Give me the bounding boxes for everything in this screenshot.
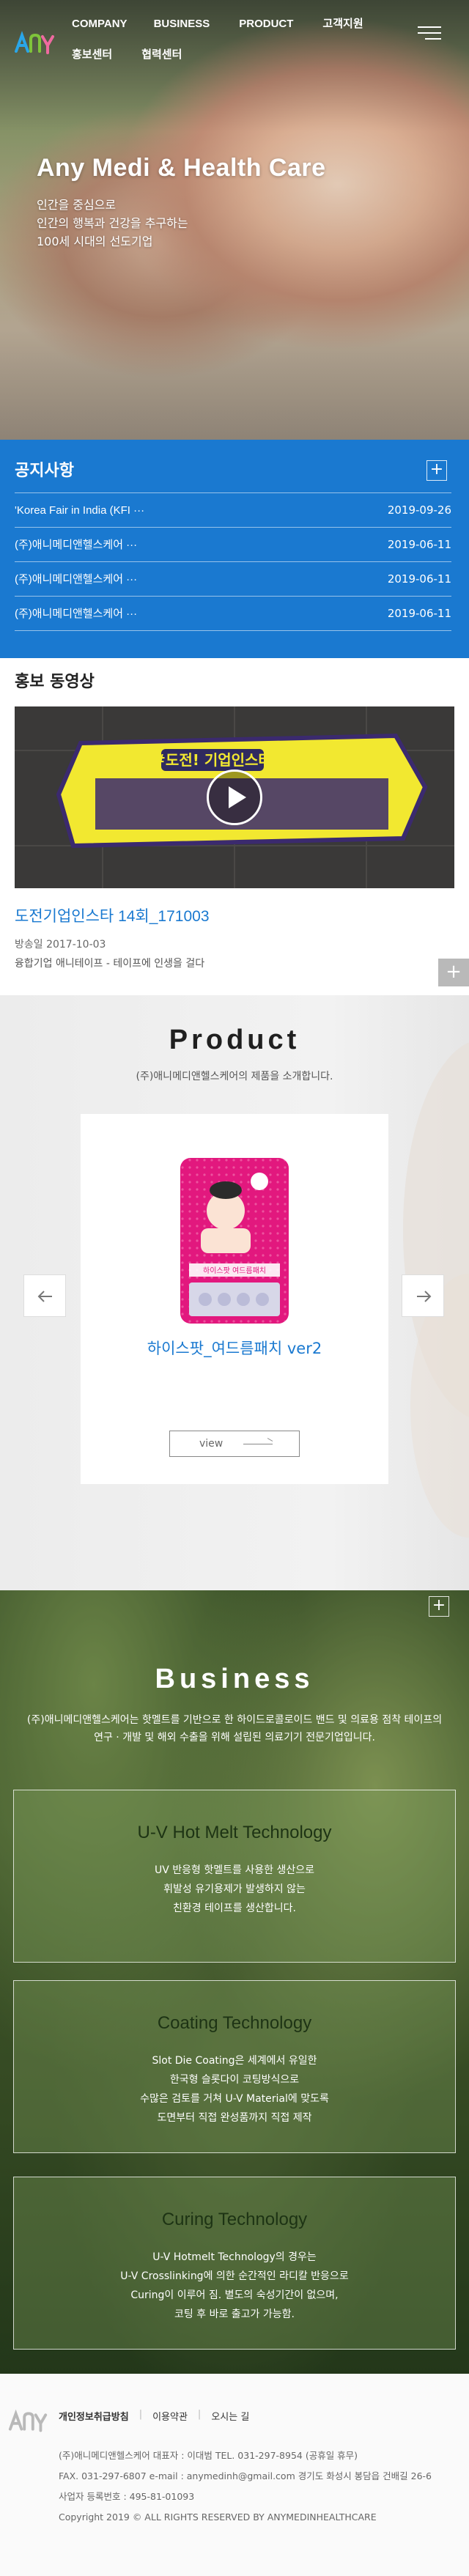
promo-video-section: 홍보 동영상 #도전! 기업인스타 도전기업인스타 14회_171003 방송일…	[0, 658, 469, 995]
product-title: Product	[169, 1025, 300, 1055]
hero-line: 인간의 행복과 건강을 추구하는	[37, 216, 188, 230]
footer-link-separator: |	[197, 2409, 202, 2420]
business-card-line: Curing이 이루어 짐. 별도의 숙성기간이 없으며,	[130, 2289, 339, 2301]
notice-item[interactable]: (주)애니메디앤헬스케어 ··· 2019-06-11	[15, 597, 451, 631]
nav-company[interactable]: COMPANY	[72, 18, 128, 48]
view-button-label: view	[199, 1438, 224, 1450]
footer-link-terms[interactable]: 이용약관	[152, 2409, 188, 2423]
product-subtitle: (주)애니메디앤헬스케어의 제품을 소개합니다.	[136, 1071, 333, 1082]
play-icon	[229, 786, 246, 808]
business-card-line: 친환경 테이프를 생산합니다.	[173, 1903, 296, 1914]
footer-logo-mark	[8, 2409, 48, 2432]
video-title[interactable]: 도전기업인스타 14회_171003	[15, 904, 454, 926]
arrow-right-icon	[417, 1291, 432, 1302]
footer: 개인정보취급방침 | 이용약관 | 오시는 길 (주)애니메디앤헬스케어 대표자…	[0, 2374, 469, 2576]
footer-link-directions[interactable]: 오시는 길	[211, 2409, 249, 2423]
promo-title: 홍보 동영상	[15, 673, 95, 691]
video-date: 방송일 2017-10-03	[15, 939, 106, 951]
business-desc: (주)애니메디앤헬스케어는 핫멜트를 기반으로 한 하이드로콜로이드 밴드 및 …	[0, 1711, 469, 1746]
notice-item-date: 2019-06-11	[387, 572, 451, 586]
business-card-line: UV 반응형 핫멜트를 사용한 생산으로	[155, 1864, 314, 1876]
business-card-line: Slot Die Coating은 세계에서 유일한	[152, 2055, 317, 2067]
business-section: + Business (주)애니메디앤헬스케어는 핫멜트를 기반으로 한 하이드…	[0, 1590, 469, 2374]
hero-line: 인간을 중심으로	[37, 198, 117, 212]
hamburger-menu-icon[interactable]	[418, 26, 441, 43]
notice-item-date: 2019-06-11	[387, 607, 451, 620]
footer-copyright: Copyright 2019 © ALL RIGHTS RESERVED BY …	[59, 2512, 377, 2523]
arrow-left-icon	[37, 1291, 52, 1302]
notice-item[interactable]: (주)애니메디앤헬스케어 ··· 2019-06-11	[15, 528, 451, 562]
notice-item[interactable]: (주)애니메디앤헬스케어 ··· 2019-06-11	[15, 562, 451, 597]
header: COMPANY BUSINESS PRODUCT 고객지원 홍보센터 협력센터	[0, 0, 469, 81]
hero-title: Any Medi & Health Care	[37, 154, 326, 182]
business-card-line: 한국형 슬롯다이 코팅방식으로	[169, 2074, 300, 2086]
nav-pr-center[interactable]: 홍보센터	[72, 48, 112, 79]
footer-link-separator: |	[139, 2409, 143, 2420]
business-card-line: 휘발성 유기용제가 발생하지 않는	[163, 1883, 306, 1895]
hero-copy: Any Medi & Health Care 인간을 중심으로 인간의 행복과 …	[37, 154, 326, 251]
footer-link-privacy[interactable]: 개인정보취급방침	[59, 2409, 129, 2423]
business-card-title: U-V Hot Melt Technology	[137, 1823, 332, 1842]
product-name[interactable]: 하이스팟_여드름패치 ver2	[81, 1337, 388, 1359]
business-card-title: Coating Technology	[157, 2013, 312, 2033]
business-more-plus-icon[interactable]: +	[429, 1596, 449, 1617]
footer-links: 개인정보취급방침 | 이용약관 | 오시는 길	[59, 2409, 249, 2423]
business-card-uv-hot-melt[interactable]: U-V Hot Melt Technology UV 반응형 핫멜트를 사용한 …	[13, 1790, 456, 1963]
main-nav: COMPANY BUSINESS PRODUCT 고객지원 홍보센터 협력센터	[72, 18, 394, 79]
nav-business[interactable]: BUSINESS	[154, 18, 210, 48]
video-desc: 융합기업 애니테이프 - 테이프에 인생을 걸다	[15, 958, 205, 970]
business-card-line: 코팅 후 바로 출고가 가능함.	[174, 2309, 295, 2320]
view-button[interactable]: view	[169, 1431, 300, 1457]
business-card-line: 수많은 검토를 거쳐 U-V Material에 맞도록	[140, 2093, 329, 2105]
hero-subtitle: 인간을 중심으로 인간의 행복과 건강을 추구하는 100세 시대의 선도기업	[37, 196, 326, 251]
notice-item[interactable]: 'Korea Fair in India (KFI ··· 2019-09-26	[15, 493, 451, 528]
footer-logo	[7, 2406, 50, 2435]
nav-partner-center[interactable]: 협력센터	[141, 48, 182, 79]
notice-item-title: (주)애니메디앤헬스케어 ···	[15, 608, 138, 620]
footer-info-line: (주)애니메디앤헬스케어 대표자 : 이대범 TEL. 031-297-8954…	[59, 2450, 358, 2461]
video-caption: #도전! 기업인스타	[153, 751, 272, 769]
business-card-line: 도면부터 직접 완성품까지 직접 제작	[157, 2112, 312, 2124]
pack-label: 하이스팟 여드름패치	[203, 1266, 266, 1275]
notice-item-title: (주)애니메디앤헬스케어 ···	[15, 539, 138, 551]
notice-list: 'Korea Fair in India (KFI ··· 2019-09-26…	[15, 492, 451, 631]
business-card-title: Curing Technology	[161, 2210, 308, 2229]
site-logo[interactable]	[13, 28, 57, 57]
promo-more-plus-icon[interactable]: +	[438, 959, 469, 986]
business-card-coating[interactable]: Coating Technology Slot Die Coating은 세계에…	[13, 1980, 456, 2153]
business-desc-line: 연구 · 개발 및 해외 수출을 위해 설립된 의료기기 전문기업입니다.	[94, 1732, 375, 1743]
business-desc-line: (주)애니메디앤헬스케어는 핫멜트를 기반으로 한 하이드로콜로이드 밴드 및 …	[26, 1714, 443, 1726]
logo-mark	[15, 31, 54, 54]
business-card-curing[interactable]: Curing Technology U-V Hotmelt Technology…	[13, 2177, 456, 2350]
nav-support[interactable]: 고객지원	[322, 18, 363, 48]
business-card-line: U-V Hotmelt Technology의 경우는	[152, 2251, 317, 2263]
hero-line: 100세 시대의 선도기업	[37, 235, 153, 248]
footer-company-info: (주)애니메디앤헬스케어 대표자 : 이대범 TEL. 031-297-8954…	[59, 2446, 458, 2528]
footer-info-line: FAX. 031-297-6807 e-mail : anymedinh@gma…	[59, 2470, 432, 2481]
product-section: Product (주)애니메디앤헬스케어의 제품을 소개합니다. 하이스팟 여드…	[0, 995, 469, 1590]
nav-product[interactable]: PRODUCT	[239, 18, 293, 48]
notice-more-plus-icon[interactable]: +	[426, 460, 447, 481]
notice-section: 공지사항 + 'Korea Fair in India (KFI ··· 201…	[0, 440, 469, 658]
notice-item-title: 'Korea Fair in India (KFI ···	[15, 504, 145, 517]
hero-banner: COMPANY BUSINESS PRODUCT 고객지원 홍보센터 협력센터 …	[0, 0, 469, 440]
carousel-prev-button[interactable]	[23, 1274, 66, 1317]
notice-item-title: (주)애니메디앤헬스케어 ···	[15, 573, 138, 586]
carousel-next-button[interactable]	[402, 1274, 444, 1317]
footer-info-line: 사업자 등록번호 : 495-81-01093	[59, 2491, 195, 2502]
business-title: Business	[155, 1664, 314, 1694]
business-card-line: U-V Crosslinking에 의한 순간적인 라디칼 반응으로	[120, 2270, 349, 2282]
notice-item-date: 2019-09-26	[387, 503, 451, 517]
video-player[interactable]: #도전! 기업인스타	[15, 706, 454, 888]
product-image: 하이스팟 여드름패치	[180, 1158, 289, 1324]
play-button[interactable]	[207, 770, 262, 825]
notice-title: 공지사항	[15, 462, 74, 480]
product-card[interactable]: 하이스팟 여드름패치 하이스팟_여드름패치 ver2 view	[81, 1114, 388, 1484]
notice-item-date: 2019-06-11	[387, 538, 451, 551]
